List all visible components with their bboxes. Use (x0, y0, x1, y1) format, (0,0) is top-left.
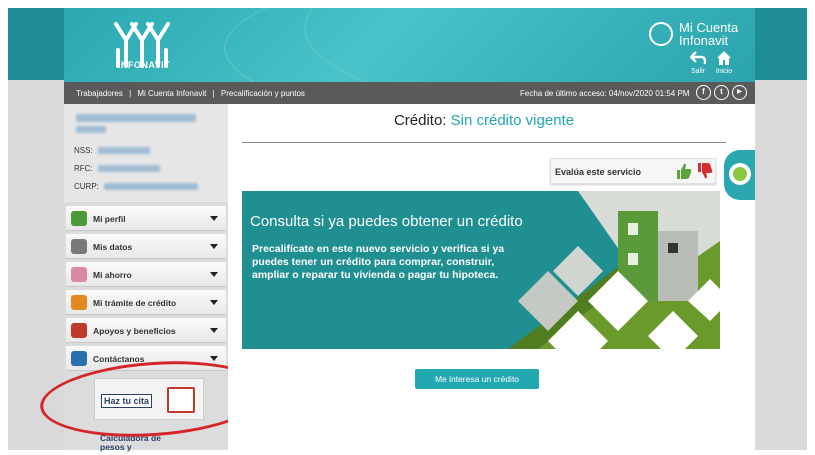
menu-label: Mi perfil (93, 214, 126, 224)
thumbs-up-icon[interactable] (676, 162, 692, 180)
side-help-tab[interactable] (724, 150, 755, 200)
menu-mi-perfil[interactable]: Mi perfil (66, 206, 226, 231)
menu-apoyos-beneficios[interactable]: Apoyos y beneficios (66, 318, 226, 343)
breadcrumb-bar: Trabajadores | Mi Cuenta Infonavit | Pre… (64, 82, 755, 104)
logo-text: INFONAVIT (117, 60, 171, 70)
folder-icon (71, 295, 87, 310)
twitter-icon[interactable]: t (714, 85, 729, 100)
nss-label: NSS: (74, 146, 93, 155)
curp-label: CURP: (74, 182, 99, 191)
menu-mi-ahorro[interactable]: Mi ahorro (66, 262, 226, 287)
back-arrow-icon (690, 51, 706, 64)
chevron-down-icon (210, 216, 218, 221)
blurred-rfc-value (98, 165, 160, 172)
menu-label: Mi ahorro (93, 270, 132, 280)
main-content: Crédito: Sin crédito vigente Evalúa este… (228, 104, 755, 450)
chevron-down-icon (210, 300, 218, 305)
inicio-label: Inicio (715, 68, 733, 75)
page-title: Crédito: Sin crédito vigente (228, 112, 740, 129)
blurred-user-name (76, 114, 196, 122)
evalua-label: Evalúa este servicio (555, 167, 642, 177)
precalificacion-banner[interactable]: Consulta si ya puedes obtener un crédito… (242, 191, 720, 349)
chevron-down-icon (210, 272, 218, 277)
mi-cuenta-infonavit-link[interactable]: Mi Cuenta Infonavit (649, 20, 749, 50)
breadcrumb-trabajadores[interactable]: Trabajadores (76, 89, 123, 98)
chevron-down-icon (210, 244, 218, 249)
home-icon (717, 51, 731, 65)
user-info-box: NSS: RFC: CURP: (64, 104, 228, 202)
calculadora-label-2: pesos y (100, 442, 132, 452)
menu-mis-datos[interactable]: Mis datos (66, 234, 226, 259)
banner-description: Precalifícate en este nuevo servicio y v… (252, 243, 505, 281)
piggy-bank-icon (71, 267, 87, 282)
contact-icon (71, 351, 87, 366)
chevron-down-icon (210, 356, 218, 361)
breadcrumb-precalificacion[interactable]: Precalificación y puntos (221, 89, 305, 98)
credit-status: Sin crédito vigente (450, 112, 575, 129)
site-header: INFONAVIT Mi Cuenta Infonavit Salir Inic… (64, 8, 755, 82)
houses-illustration (508, 191, 720, 349)
salir-button[interactable]: Salir (684, 50, 712, 76)
evalua-servicio-box: Evalúa este servicio (550, 158, 716, 184)
person-icon (71, 211, 87, 226)
outer-right-header-band (755, 8, 807, 80)
blurred-user-name (76, 126, 106, 133)
infonavit-label: Infonavit (679, 33, 729, 48)
breadcrumb-separator: | (212, 89, 215, 98)
blurred-curp-value (104, 183, 198, 190)
breadcrumb-mi-cuenta[interactable]: Mi Cuenta Infonavit (137, 89, 206, 98)
thumbs-down-icon[interactable] (697, 162, 713, 180)
user-circle-icon (649, 22, 673, 46)
credit-label: Crédito: (393, 112, 447, 129)
youtube-icon[interactable]: ▶ (732, 85, 747, 100)
breadcrumb-separator: | (129, 89, 132, 98)
menu-label: Apoyos y beneficios (93, 326, 176, 336)
outer-left-header-band (8, 8, 64, 80)
breadcrumb: Trabajadores | Mi Cuenta Infonavit | Pre… (76, 89, 309, 98)
me-interesa-credito-button[interactable]: Me interesa un crédito (415, 369, 539, 389)
gift-icon (71, 323, 87, 338)
menu-label: Mi trámite de crédito (93, 298, 177, 308)
facebook-icon[interactable]: f (696, 85, 711, 100)
menu-label: Mis datos (93, 242, 133, 252)
menu-mi-tramite-credito[interactable]: Mi trámite de crédito (66, 290, 226, 315)
data-icon (71, 239, 87, 254)
rfc-label: RFC: (74, 164, 93, 173)
divider (242, 142, 726, 143)
help-drop-icon (733, 167, 747, 181)
chevron-down-icon (210, 328, 218, 333)
last-access-text: Fecha de último acceso: 04/nov/2020 01:5… (520, 89, 690, 98)
inicio-button[interactable]: Inicio (710, 50, 738, 76)
salir-label: Salir (690, 68, 705, 75)
blurred-nss-value (98, 147, 150, 154)
page: INFONAVIT Mi Cuenta Infonavit Salir Inic… (0, 0, 815, 455)
